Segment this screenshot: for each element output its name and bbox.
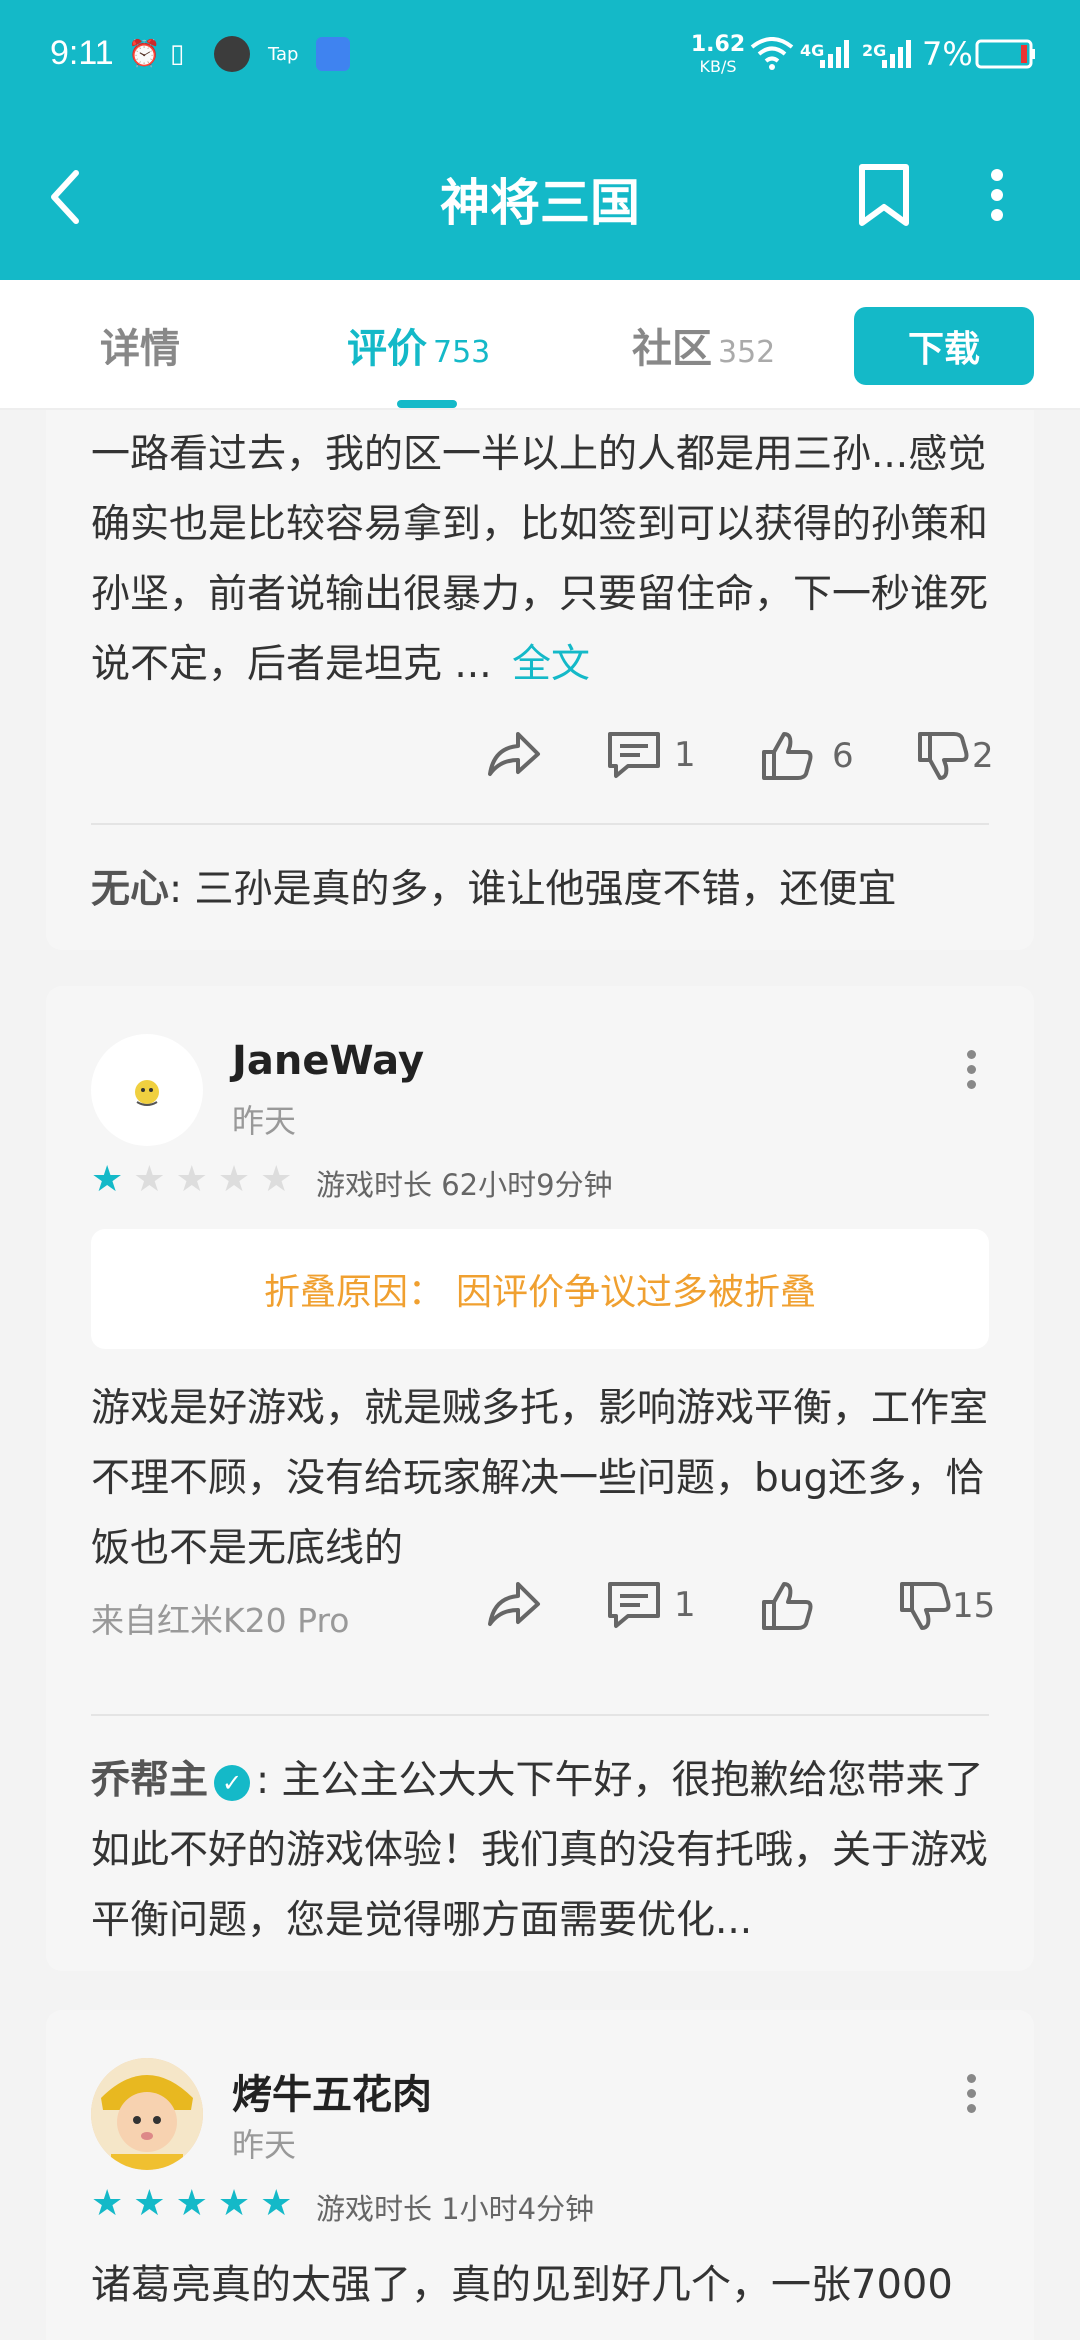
- tab-reviews[interactable]: 评价 753: [347, 316, 490, 374]
- review-actions: 1 6 2: [46, 730, 1034, 790]
- reply-author: 无心: [91, 867, 170, 912]
- rating-stars: ★ ★ ★ ★ ★: [91, 1162, 292, 1198]
- review-text[interactable]: 一路看过去，我的区一半以上的人都是用三孙...感觉确实也是比较容易拿到，比如签到…: [91, 420, 989, 700]
- wifi-icon: [750, 36, 794, 72]
- bookmark-icon[interactable]: [856, 163, 912, 233]
- battery-icon: [975, 36, 1037, 72]
- tab-community-count: 352: [718, 335, 776, 370]
- comment-count: 1: [674, 735, 696, 775]
- star-filled-icon: ★: [175, 2183, 208, 2224]
- net-speed-value: 1.62: [690, 32, 746, 57]
- alarm-icon: ⏰: [128, 39, 161, 69]
- status-time: 9:11: [50, 34, 114, 72]
- fold-label: 折叠原因：: [263, 1272, 444, 1313]
- signal-icon: [880, 36, 914, 72]
- play-time: 游戏时长 62小时9分钟: [316, 1168, 613, 1202]
- star-filled-icon: ★: [217, 2183, 251, 2224]
- dislike-count: 15: [952, 1586, 996, 1626]
- thumbs-up-icon: [762, 1582, 813, 1630]
- thumbs-up-icon: [762, 732, 813, 780]
- reply-author: 乔帮主: [91, 1758, 209, 1803]
- like-count: 6: [832, 736, 854, 776]
- rating-stars: ★ ★ ★ ★ ★: [91, 2186, 292, 2222]
- net-speed: 1.62 KB/S: [690, 34, 746, 78]
- tap-label: Tap: [268, 43, 299, 65]
- reply-text: : 三孙是真的多，谁让他强度不错，还便宜: [169, 867, 897, 912]
- comment-count: 1: [674, 1585, 696, 1625]
- review-card: 烤牛五花肉 昨天 ★ ★ ★ ★ ★ 游戏时长 1小时4分钟 诸葛亮真的太强了，真的见到…: [46, 2010, 1034, 2340]
- more-options-icon[interactable]: [967, 1044, 979, 1095]
- thumbs-down-icon: [918, 732, 969, 780]
- star-filled-icon: ★: [91, 2183, 124, 2224]
- star-empty-icon: ★: [133, 1159, 166, 1200]
- avatar[interactable]: [91, 2058, 203, 2170]
- comment-button[interactable]: 1: [606, 1580, 696, 1630]
- comment-icon: [608, 1582, 660, 1628]
- comment-button[interactable]: 1: [606, 730, 696, 780]
- signal-icon: [818, 36, 852, 72]
- read-more-link[interactable]: 全文: [512, 642, 590, 687]
- username[interactable]: 烤牛五花肉: [232, 2062, 432, 2120]
- divider: [91, 1714, 989, 1716]
- shield-icon: [316, 36, 350, 72]
- like-button[interactable]: [760, 1580, 814, 1632]
- vibrate-icon: ▯: [170, 39, 185, 69]
- dislike-button[interactable]: 15: [898, 1580, 995, 1632]
- tab-bar: 详情 评价 753 社区 352 下载: [0, 280, 1080, 410]
- review-actions: 1 15: [46, 1580, 1034, 1640]
- battery-percent: 7%: [922, 35, 973, 73]
- fold-reason: 因评价争议过多被折叠: [456, 1272, 817, 1313]
- review-date: 昨天: [232, 1102, 297, 1140]
- review-text[interactable]: 游戏是好游戏，就是贼多托，影响游戏平衡，工作室不理不顾，没有给玩家解决一些问题，…: [91, 1374, 989, 1584]
- net-speed-unit: KB/S: [699, 57, 737, 76]
- star-filled-icon: ★: [260, 2183, 293, 2224]
- share-icon[interactable]: [486, 730, 542, 780]
- active-tab-indicator: [397, 400, 457, 408]
- tab-community-label: 社区: [632, 326, 712, 372]
- review-card: JaneWay 昨天 ★ ★ ★ ★ ★ 游戏时长 62小时9分钟 折叠原因： 因评价争…: [46, 986, 1034, 1971]
- like-button[interactable]: 6: [760, 730, 854, 782]
- tab-details[interactable]: 详情: [100, 316, 180, 374]
- tab-community[interactable]: 社区 352: [632, 316, 775, 374]
- share-icon[interactable]: [486, 1580, 542, 1630]
- download-button[interactable]: 下载: [854, 307, 1034, 385]
- comment-icon: [608, 732, 660, 778]
- tab-reviews-label: 评价: [347, 326, 427, 372]
- tab-reviews-count: 753: [433, 335, 491, 370]
- page-title: 神将三国: [440, 174, 640, 232]
- more-options-icon[interactable]: [967, 2068, 979, 2119]
- divider: [91, 823, 989, 825]
- app-notification-icon: [214, 36, 250, 72]
- dislike-count: 2: [972, 736, 994, 776]
- status-bar: 9:11 ⏰ ▯ Tap 1.62 KB/S 4G 2G 7%: [0, 0, 1080, 115]
- thumbs-down-icon: [900, 1582, 951, 1630]
- username[interactable]: JaneWay: [232, 1038, 424, 1084]
- verified-icon: ✓: [214, 1764, 251, 1801]
- developer-reply[interactable]: 乔帮主 ✓: 主公主公大大下午好，很抱歉给您带来了如此不好的游戏体验！我们真的没有…: [91, 1746, 989, 1956]
- tab-details-label: 详情: [100, 326, 180, 372]
- star-empty-icon: ★: [175, 1159, 208, 1200]
- star-empty-icon: ★: [260, 1159, 293, 1200]
- more-icon[interactable]: [990, 167, 1004, 227]
- star-filled-icon: ★: [91, 1159, 124, 1200]
- star-empty-icon: ★: [217, 1159, 251, 1200]
- review-text[interactable]: 诸葛亮真的太强了，真的见到好几个，一张7000: [91, 2250, 989, 2320]
- fold-notice: 折叠原因： 因评价争议过多被折叠: [91, 1229, 989, 1349]
- play-time: 游戏时长 1小时4分钟: [316, 2192, 595, 2226]
- developer-reply[interactable]: 无心: 三孙是真的多，谁让他强度不错，还便宜: [91, 855, 989, 925]
- star-filled-icon: ★: [133, 2183, 166, 2224]
- avatar[interactable]: [91, 1034, 203, 1146]
- review-date: 昨天: [232, 2126, 297, 2164]
- review-card: 一路看过去，我的区一半以上的人都是用三孙...感觉确实也是比较容易拿到，比如签到…: [46, 410, 1034, 950]
- app-header: 神将三国: [0, 115, 1080, 280]
- dislike-button[interactable]: 2: [916, 730, 994, 782]
